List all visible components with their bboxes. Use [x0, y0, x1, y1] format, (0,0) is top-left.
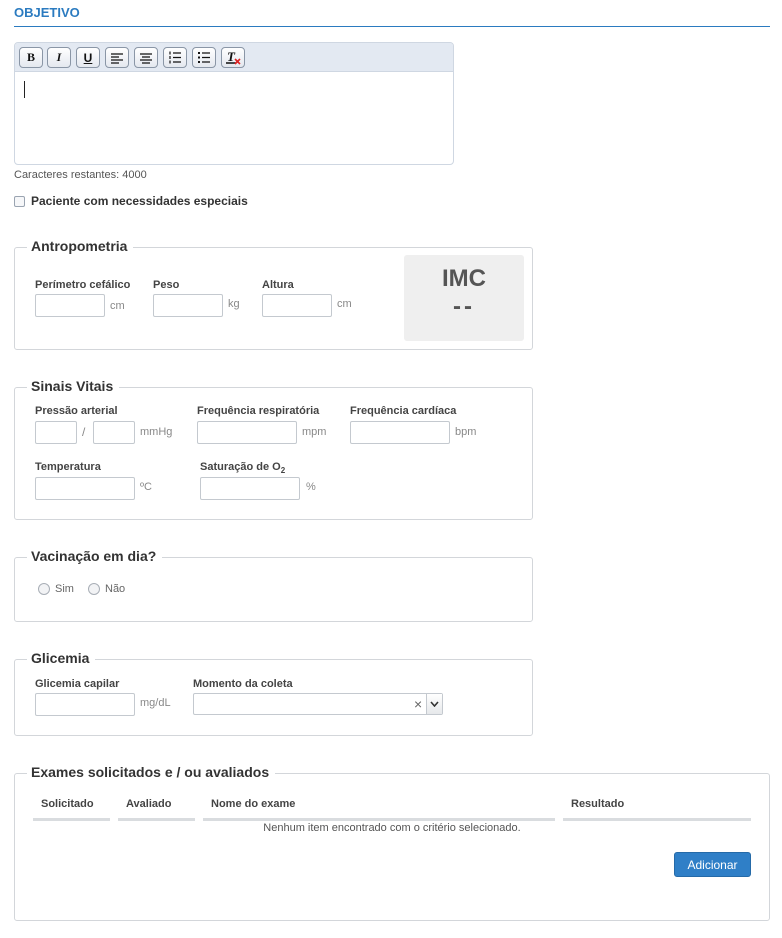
- svg-text:T: T: [227, 50, 236, 64]
- saturacao-label: Saturação de O2: [200, 461, 285, 475]
- momento-coleta-select[interactable]: ×: [193, 693, 443, 715]
- column-divider-resultado: [563, 818, 751, 821]
- freq-card-unit: bpm: [455, 426, 477, 438]
- pressao-sistolica-input[interactable]: [35, 421, 77, 444]
- freq-resp-unit: mpm: [302, 426, 327, 438]
- bold-icon: B: [26, 50, 35, 64]
- column-divider-avaliado: [118, 818, 195, 821]
- column-header-solicitado[interactable]: Solicitado: [41, 798, 94, 810]
- freq-card-input[interactable]: [350, 421, 450, 444]
- vacinacao-nao-radio[interactable]: [88, 583, 100, 595]
- exames-fieldset: [14, 773, 770, 921]
- vacinacao-sim-label[interactable]: Sim: [55, 583, 74, 595]
- underline-button[interactable]: U: [76, 47, 100, 68]
- rich-text-editor[interactable]: B I U T: [14, 42, 454, 165]
- ordered-list-icon: [169, 51, 181, 64]
- pressao-separator: /: [82, 425, 86, 439]
- glicemia-legend: Glicemia: [27, 650, 96, 666]
- column-divider-solicitado: [33, 818, 110, 821]
- align-center-icon: [140, 52, 152, 64]
- pressao-unit: mmHg: [140, 426, 173, 438]
- text-caret: [24, 81, 25, 98]
- chevron-down-icon[interactable]: [426, 694, 442, 714]
- freq-resp-label: Frequência respiratória: [197, 405, 320, 417]
- altura-unit: cm: [337, 298, 352, 310]
- clear-format-button[interactable]: T: [221, 47, 245, 68]
- remaining-characters: Caracteres restantes: 4000: [14, 169, 147, 181]
- column-header-avaliado[interactable]: Avaliado: [126, 798, 171, 810]
- bold-button[interactable]: B: [19, 47, 43, 68]
- altura-input[interactable]: [262, 294, 332, 317]
- peso-input[interactable]: [153, 294, 223, 317]
- antropometria-legend: Antropometria: [27, 238, 134, 254]
- unordered-list-button[interactable]: [192, 47, 216, 68]
- vacinacao-nao-label[interactable]: Não: [105, 583, 125, 595]
- align-left-button[interactable]: [105, 47, 129, 68]
- sinais-vitais-legend: Sinais Vitais: [27, 378, 120, 394]
- empty-table-message: Nenhum item encontrado com o critério se…: [263, 822, 521, 834]
- glicemia-capilar-label: Glicemia capilar: [35, 678, 120, 690]
- align-left-icon: [111, 52, 123, 64]
- temperatura-label: Temperatura: [35, 461, 101, 473]
- italic-icon: I: [56, 50, 62, 64]
- perimetro-label: Perímetro cefálico: [35, 279, 131, 291]
- special-needs-label[interactable]: Paciente com necessidades especiais: [31, 194, 248, 208]
- imc-label: IMC: [442, 265, 486, 292]
- column-header-nome-exame[interactable]: Nome do exame: [211, 798, 295, 810]
- perimetro-input[interactable]: [35, 294, 105, 317]
- italic-button[interactable]: I: [47, 47, 71, 68]
- glicemia-capilar-input[interactable]: [35, 693, 135, 716]
- glicemia-capilar-unit: mg/dL: [140, 697, 171, 709]
- vacinacao-legend: Vacinação em dia?: [27, 548, 163, 564]
- imc-panel: IMC --: [404, 255, 524, 341]
- special-needs-checkbox[interactable]: [14, 196, 25, 207]
- imc-value: --: [453, 293, 475, 320]
- momento-coleta-label: Momento da coleta: [193, 678, 293, 690]
- freq-card-label: Frequência cardíaca: [350, 405, 457, 417]
- align-center-button[interactable]: [134, 47, 158, 68]
- ordered-list-button[interactable]: [163, 47, 187, 68]
- perimetro-unit: cm: [110, 300, 125, 312]
- unordered-list-icon: [198, 52, 210, 63]
- peso-label: Peso: [153, 279, 180, 291]
- editor-toolbar: B I U T: [15, 43, 453, 72]
- vacinacao-sim-radio[interactable]: [38, 583, 50, 595]
- clear-format-icon: T: [226, 50, 241, 65]
- add-exam-button[interactable]: Adicionar: [674, 852, 751, 877]
- pressao-diastolica-input[interactable]: [93, 421, 135, 444]
- saturacao-unit: %: [306, 481, 316, 493]
- saturacao-label-text: Saturação de O: [200, 461, 281, 473]
- clear-icon[interactable]: ×: [414, 696, 422, 712]
- column-header-resultado[interactable]: Resultado: [571, 798, 624, 810]
- altura-label: Altura: [262, 279, 294, 291]
- section-title: OBJETIVO: [14, 5, 80, 20]
- exames-legend: Exames solicitados e / ou avaliados: [27, 764, 276, 780]
- column-divider-nome-exame: [203, 818, 555, 821]
- pressao-label: Pressão arterial: [35, 405, 118, 417]
- underline-icon: U: [83, 50, 93, 65]
- saturacao-input[interactable]: [200, 477, 300, 500]
- freq-resp-input[interactable]: [197, 421, 297, 444]
- temperatura-input[interactable]: [35, 477, 135, 500]
- peso-unit: kg: [228, 298, 240, 310]
- temperatura-unit: ºC: [140, 481, 152, 493]
- section-divider: [14, 26, 770, 27]
- saturacao-label-sub: 2: [280, 466, 286, 476]
